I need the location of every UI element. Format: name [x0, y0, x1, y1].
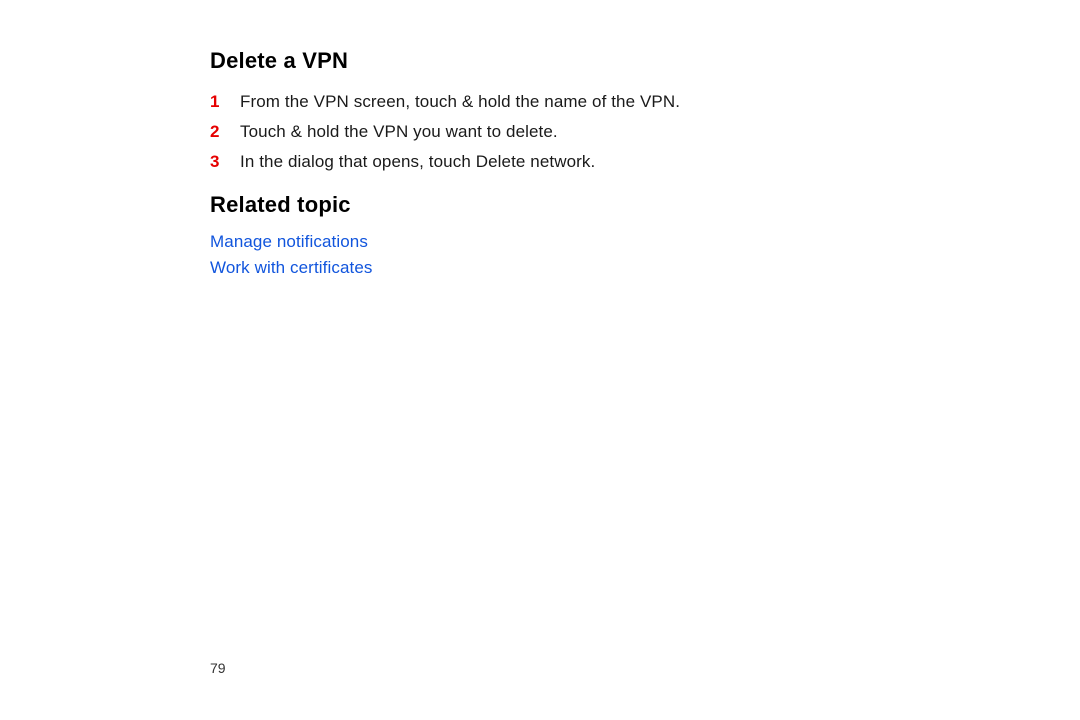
section-heading-delete-vpn: Delete a VPN	[210, 48, 1080, 74]
link-manage-notifications[interactable]: Manage notifications	[210, 232, 368, 251]
steps-list: 1 From the VPN screen, touch & hold the …	[210, 92, 1080, 172]
link-item: Manage notifications	[210, 232, 1080, 252]
step-item: 3 In the dialog that opens, touch Delete…	[210, 152, 1080, 172]
section-heading-related-topic: Related topic	[210, 192, 1080, 218]
step-text: From the VPN screen, touch & hold the na…	[240, 92, 680, 112]
step-item: 1 From the VPN screen, touch & hold the …	[210, 92, 1080, 112]
step-item: 2 Touch & hold the VPN you want to delet…	[210, 122, 1080, 142]
related-links-list: Manage notifications Work with certifica…	[210, 232, 1080, 278]
step-text: In the dialog that opens, touch Delete n…	[240, 152, 595, 172]
step-text: Touch & hold the VPN you want to delete.	[240, 122, 558, 142]
page-number: 79	[210, 660, 226, 676]
link-item: Work with certificates	[210, 258, 1080, 278]
step-number: 1	[210, 92, 240, 112]
step-number: 3	[210, 152, 240, 172]
link-work-with-certificates[interactable]: Work with certificates	[210, 258, 372, 277]
step-number: 2	[210, 122, 240, 142]
